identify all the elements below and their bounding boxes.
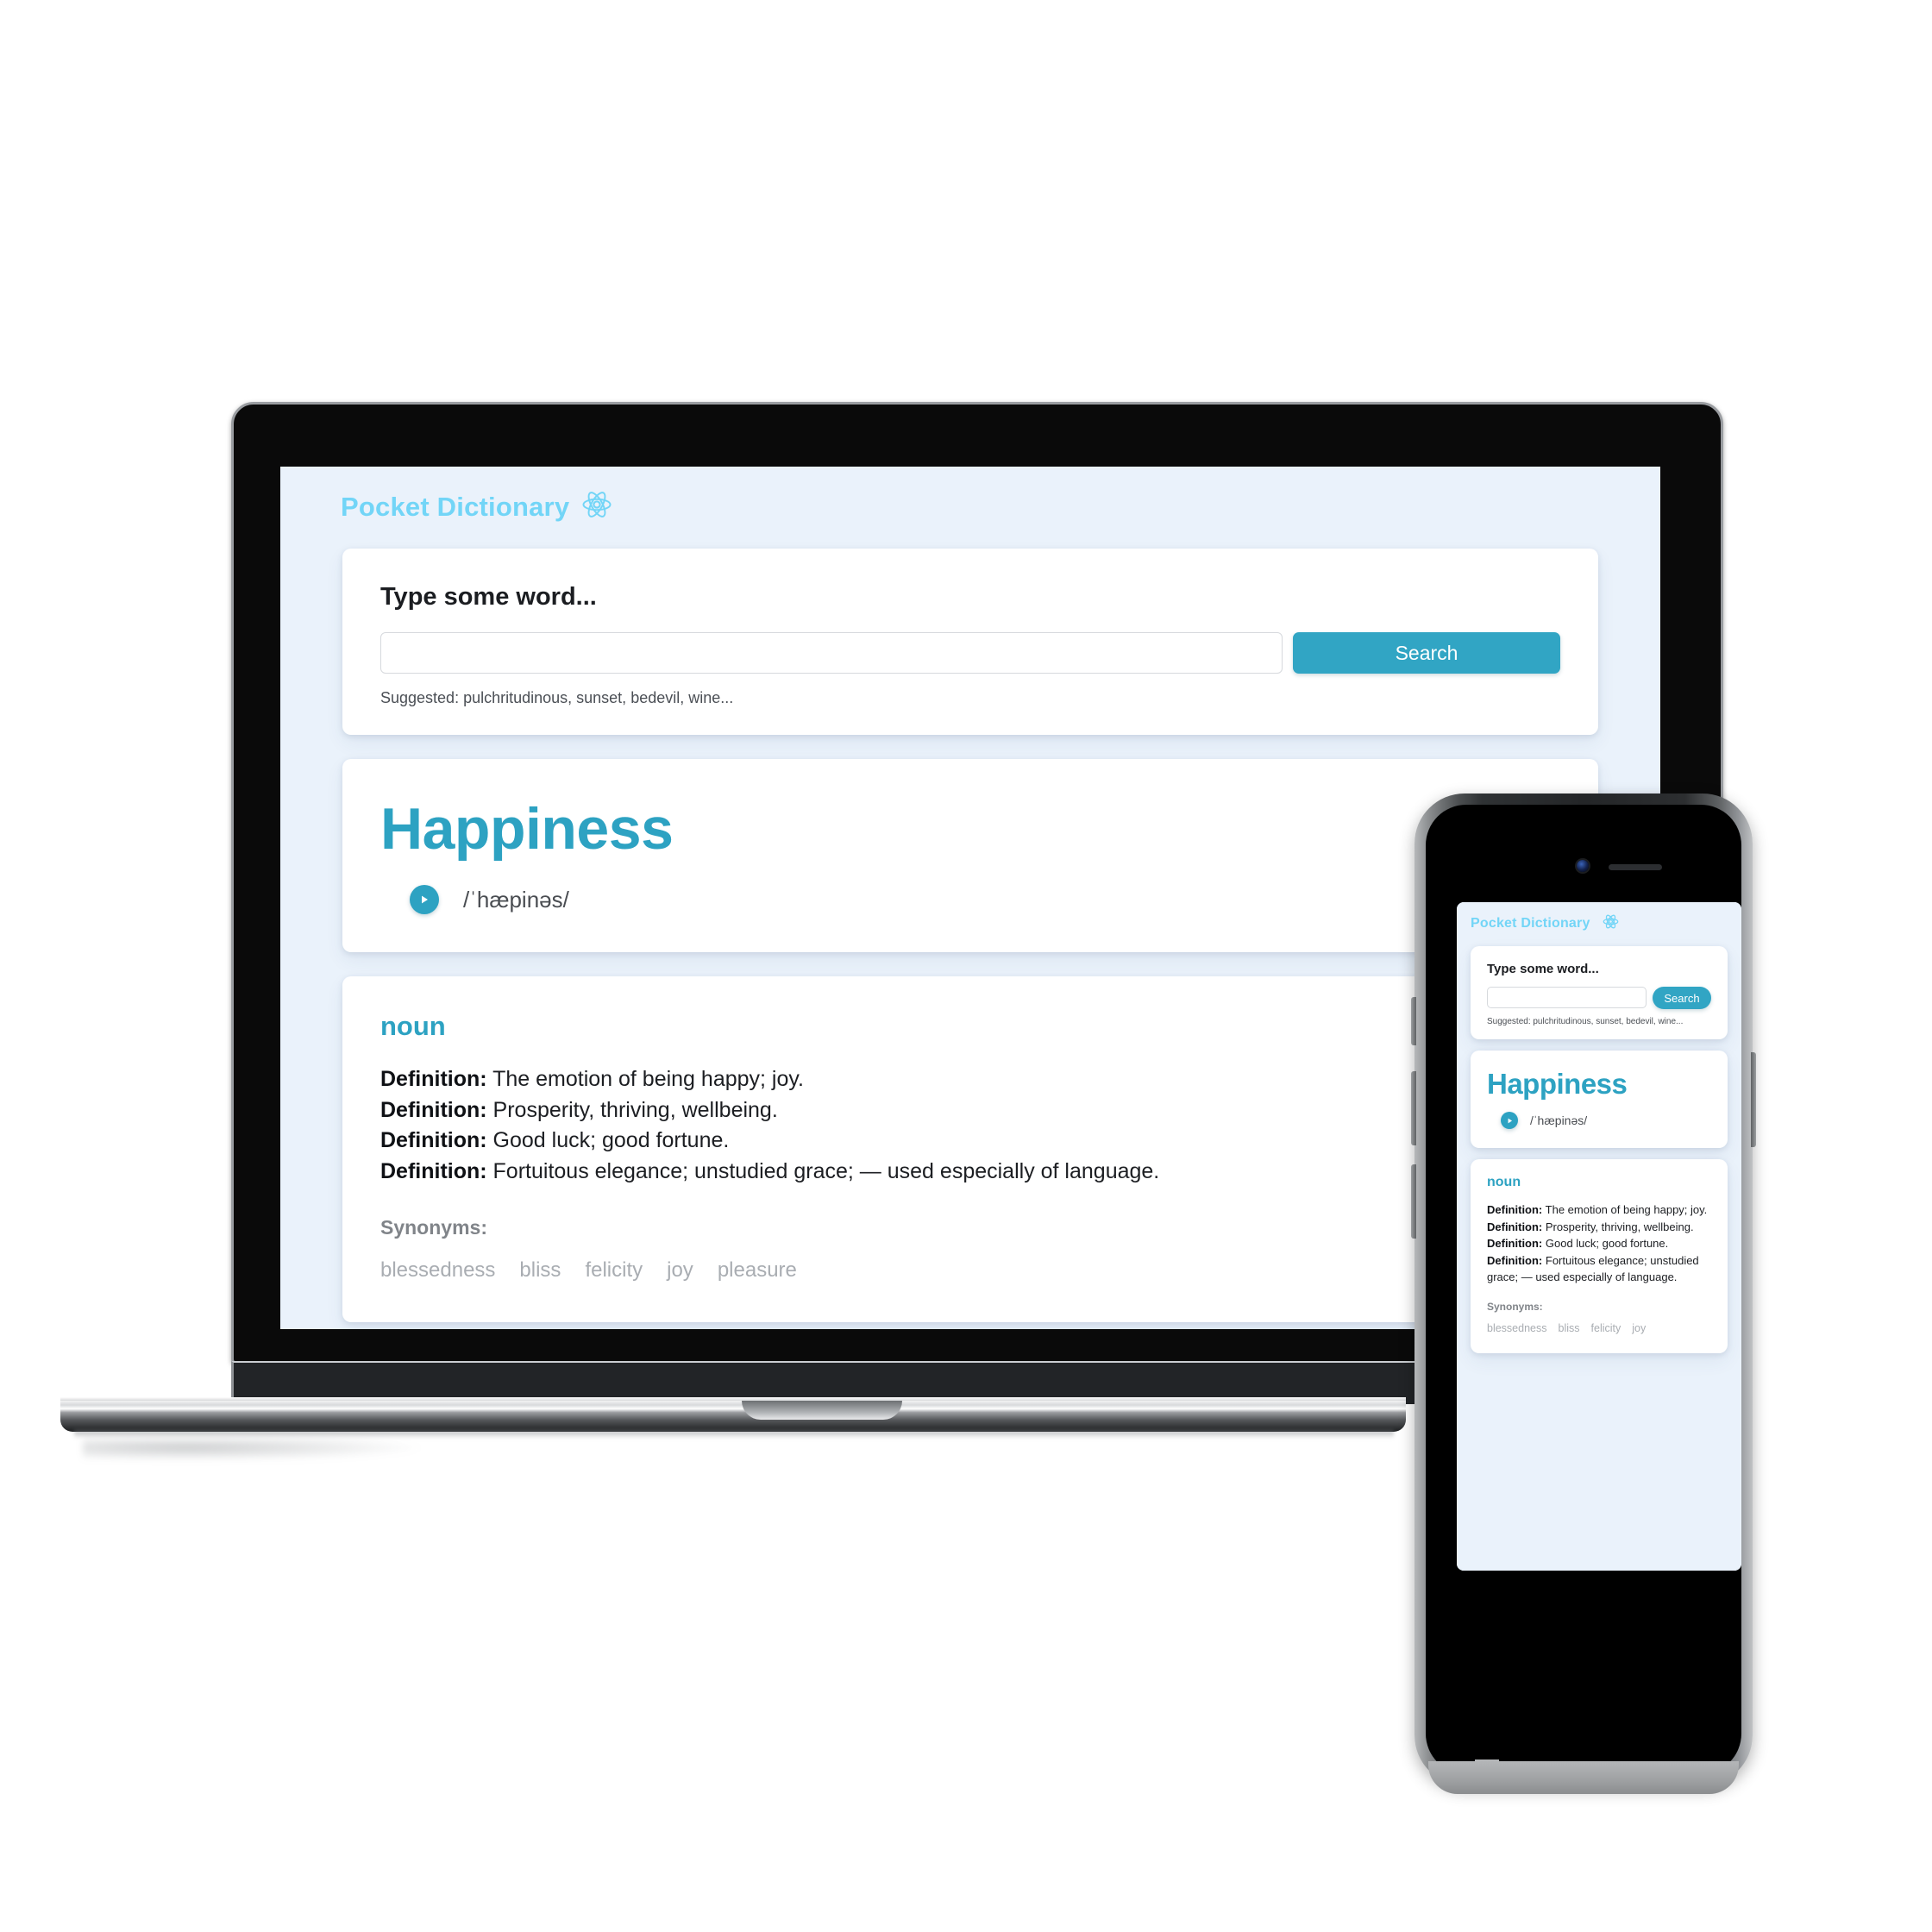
react-atom-icon: [581, 489, 612, 524]
search-row: Search: [380, 632, 1560, 674]
definition-line: Definition: Prosperity, thriving, wellbe…: [380, 1097, 778, 1122]
suggested-words-mobile: Suggested: pulchritudinous, sunset, bede…: [1487, 1017, 1684, 1026]
pronunciation-row-mobile: /ˈhæpinəs/: [1487, 1112, 1711, 1129]
definition-line: Definition: The emotion of being happy; …: [380, 1067, 804, 1091]
phone-body: Pocket Dictionary Type some word... Sear…: [1411, 794, 1756, 1794]
synonym-item[interactable]: blessedness: [380, 1258, 495, 1283]
search-card-mobile: Type some word... Search Suggested: pulc…: [1471, 946, 1728, 1039]
app-header-mobile: Pocket Dictionary: [1457, 902, 1741, 934]
phone-screen: Pocket Dictionary Type some word... Sear…: [1457, 902, 1741, 1571]
phone-earpiece-speaker: [1609, 864, 1662, 870]
definition-label: Definition:: [1487, 1237, 1543, 1250]
search-button-mobile[interactable]: Search: [1653, 987, 1711, 1009]
definition-line: Definition: Prosperity, thriving, wellbe…: [1487, 1220, 1694, 1233]
search-input[interactable]: [380, 632, 1283, 674]
laptop-base-notch: [742, 1401, 902, 1420]
definition-list: Definition: The emotion of being happy; …: [380, 1064, 1560, 1187]
phone-front-camera-icon: [1577, 860, 1589, 872]
word-card-mobile: Happiness /ˈhæpinəs/: [1471, 1051, 1728, 1148]
search-card-desktop: Type some word... Search Suggested: pulc…: [342, 549, 1598, 735]
definition-label: Definition:: [1487, 1203, 1543, 1216]
laptop-base-shadow: [74, 1430, 1394, 1439]
laptop-drop-shadow: [83, 1439, 428, 1461]
definition-line: Definition: Fortuitous elegance; unstudi…: [1487, 1253, 1699, 1284]
part-of-speech: noun: [380, 1011, 446, 1041]
synonym-list: blessedness bliss felicity joy pleasure: [380, 1258, 1560, 1283]
play-circle-icon-mobile[interactable]: [1501, 1112, 1518, 1129]
search-heading: Type some word...: [380, 583, 597, 611]
search-row-mobile: Search: [1487, 987, 1711, 1009]
app-header-desktop: Pocket Dictionary: [280, 467, 1660, 524]
suggested-words: Suggested: pulchritudinous, sunset, bede…: [380, 689, 734, 706]
word-card-desktop: Happiness /ˈhæpinəs/: [342, 759, 1598, 952]
search-button[interactable]: Search: [1293, 632, 1560, 674]
definition-line: Definition: Good luck; good fortune.: [1487, 1237, 1669, 1250]
phonetic-text-mobile: /ˈhæpinəs/: [1530, 1113, 1588, 1127]
synonym-item[interactable]: felicity: [1591, 1322, 1622, 1334]
synonym-item[interactable]: pleasure: [718, 1258, 797, 1283]
play-circle-icon[interactable]: [410, 885, 439, 914]
synonym-item[interactable]: blessedness: [1487, 1322, 1547, 1334]
devices-mockup-scene: Pocket Dictionary Type some word... Sear…: [0, 0, 1932, 1932]
definition-label: Definition:: [380, 1067, 487, 1091]
definition-label: Definition:: [380, 1158, 487, 1183]
definition-card-mobile: noun Definition: The emotion of being ha…: [1471, 1159, 1728, 1353]
word-title-mobile: Happiness: [1487, 1068, 1628, 1100]
phone-base: [1428, 1761, 1739, 1794]
synonyms-label-mobile: Synonyms:: [1487, 1300, 1543, 1313]
phonetic-text: /ˈhæpinəs/: [463, 886, 569, 913]
synonyms-label: Synonyms:: [380, 1216, 487, 1239]
brand-title: Pocket Dictionary: [341, 491, 570, 522]
synonym-item[interactable]: felicity: [585, 1258, 643, 1283]
synonym-item[interactable]: bliss: [1559, 1322, 1580, 1334]
definition-line: Definition: The emotion of being happy; …: [1487, 1203, 1708, 1216]
part-of-speech-mobile: noun: [1487, 1175, 1521, 1189]
search-input-mobile[interactable]: [1487, 987, 1647, 1008]
pronunciation-row: /ˈhæpinəs/: [380, 885, 1560, 914]
brand-title-mobile: Pocket Dictionary: [1471, 916, 1590, 931]
phone-silent-switch[interactable]: [1411, 997, 1416, 1045]
phone-volume-down-button[interactable]: [1411, 1164, 1416, 1239]
phone-volume-up-button[interactable]: [1411, 1071, 1416, 1145]
definition-line: Definition: Fortuitous elegance; unstudi…: [380, 1158, 1160, 1183]
synonym-item[interactable]: bliss: [519, 1258, 561, 1283]
phone-power-button[interactable]: [1751, 1052, 1756, 1147]
synonym-item[interactable]: joy: [1632, 1322, 1646, 1334]
definition-card-desktop: noun Definition: The emotion of being ha…: [342, 976, 1598, 1322]
definition-line: Definition: Good luck; good fortune.: [380, 1128, 730, 1152]
definition-label: Definition:: [1487, 1220, 1543, 1233]
definition-label: Definition:: [380, 1097, 487, 1122]
word-title: Happiness: [380, 796, 674, 862]
phone-device: Pocket Dictionary Type some word... Sear…: [1411, 794, 1777, 1846]
synonym-item[interactable]: joy: [667, 1258, 693, 1283]
definition-label: Definition:: [1487, 1253, 1543, 1267]
app-mobile: Pocket Dictionary Type some word... Sear…: [1457, 902, 1741, 1571]
definition-list-mobile: Definition: The emotion of being happy; …: [1487, 1201, 1711, 1286]
definition-label: Definition:: [380, 1128, 487, 1152]
react-atom-icon-mobile: [1603, 913, 1619, 934]
phone-glass: Pocket Dictionary Type some word... Sear…: [1426, 805, 1741, 1774]
search-heading-mobile: Type some word...: [1487, 962, 1599, 976]
synonym-list-mobile: blessedness bliss felicity joy: [1487, 1322, 1711, 1334]
laptop-base: [60, 1401, 1406, 1432]
